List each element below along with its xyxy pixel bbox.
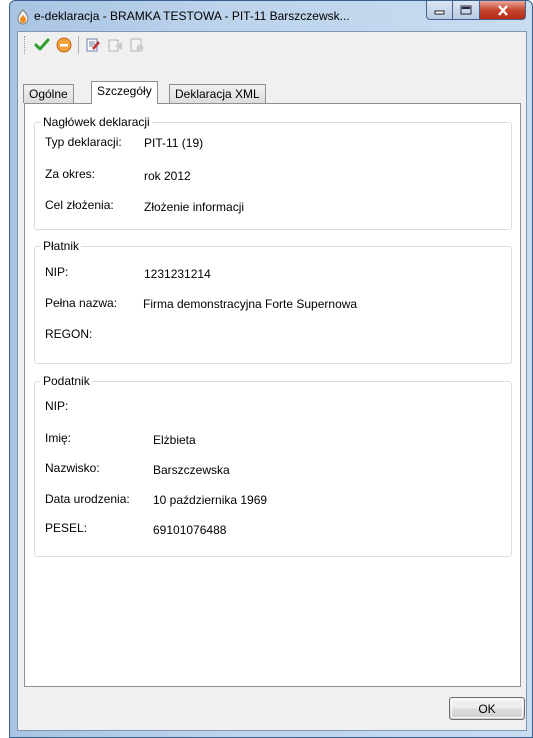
toolbar (18, 32, 526, 58)
data-urodzenia-label: Data urodzenia: (45, 492, 130, 506)
send-document-icon (108, 39, 122, 52)
cel-zlozenia-label: Cel złożenia: (45, 198, 114, 212)
imie-label: Imię: (45, 431, 72, 445)
regon-label: REGON: (45, 327, 93, 341)
ok-button[interactable]: OK (449, 697, 525, 720)
signed-document-icon (130, 38, 144, 52)
send-button[interactable] (104, 34, 126, 56)
edit-document-icon (86, 38, 100, 52)
maximize-button[interactable] (453, 1, 480, 20)
group-platnik: Płatnik NIP: 1231231214 Pełna nazwa: Fir… (34, 239, 512, 364)
maximize-icon (460, 5, 472, 15)
group-title: Nagłówek deklaracji (41, 115, 152, 129)
za-okres-label: Za okres: (45, 167, 96, 181)
nazwisko-label: Nazwisko: (45, 461, 100, 475)
ok-button-label: OK (478, 701, 496, 716)
podatnik-nip-label: NIP: (45, 399, 69, 413)
edit-button[interactable] (82, 34, 104, 56)
data-urodzenia-value: 10 października 1969 (153, 493, 268, 507)
window-title: e-deklaracja - BRAMKA TESTOWA - PIT-11 B… (34, 9, 350, 23)
pelna-nazwa-label: Pełna nazwa: (45, 296, 118, 310)
tab-deklaracja-xml[interactable]: Deklaracja XML (169, 84, 266, 103)
za-okres-value: rok 2012 (144, 169, 191, 183)
window-client-area: Ogólne Szczegóły Deklaracja XML Nagłówek… (17, 31, 527, 731)
tab-szczegoly[interactable]: Szczegóły (91, 81, 158, 104)
nazwisko-value: Barszczewska (153, 463, 230, 477)
group-title: Płatnik (41, 239, 82, 253)
toolbar-separator (78, 36, 79, 54)
group-podatnik: Podatnik NIP: Imię: Elżbieta Nazwisko: B… (34, 374, 512, 557)
toolbar-grip[interactable] (24, 36, 27, 54)
accept-button[interactable] (31, 34, 53, 56)
tab-label: Ogólne (29, 87, 68, 101)
typ-deklaracji-value: PIT-11 (19) (144, 136, 204, 150)
platnik-nip-label: NIP: (45, 265, 69, 279)
pesel-value: 69101076488 (153, 523, 227, 537)
title-bar[interactable]: e-deklaracja - BRAMKA TESTOWA - PIT-11 B… (10, 1, 532, 31)
window-controls (426, 1, 526, 20)
close-button[interactable] (480, 1, 526, 20)
tab-ogolne[interactable]: Ogólne (23, 84, 74, 103)
background-strip (0, 0, 9, 738)
cancel-button[interactable] (53, 34, 75, 56)
minimize-icon (434, 10, 445, 15)
group-naglowek: Nagłówek deklaracji Typ deklaracji: PIT-… (34, 115, 512, 230)
cel-zlozenia-value: Złożenie informacji (144, 200, 245, 214)
tab-panel-szczegoly: Nagłówek deklaracji Typ deklaracji: PIT-… (24, 103, 521, 687)
group-title: Podatnik (41, 374, 92, 388)
minimize-button[interactable] (426, 1, 453, 20)
app-icon (16, 9, 30, 25)
close-icon (497, 4, 508, 16)
stop-icon (56, 37, 72, 53)
imie-value: Elżbieta (153, 433, 196, 447)
typ-deklaracji-label: Typ deklaracji: (45, 135, 122, 149)
tab-label: Deklaracja XML (175, 87, 260, 101)
pelna-nazwa-value: Firma demonstracyjna Forte Supernowa (143, 297, 358, 311)
platnik-nip-value: 1231231214 (144, 267, 211, 281)
signed-button[interactable] (126, 34, 148, 56)
pesel-label: PESEL: (45, 521, 88, 535)
tab-label: Szczegóły (97, 84, 152, 98)
check-icon (34, 38, 50, 51)
dialog-window: e-deklaracja - BRAMKA TESTOWA - PIT-11 B… (9, 0, 533, 738)
